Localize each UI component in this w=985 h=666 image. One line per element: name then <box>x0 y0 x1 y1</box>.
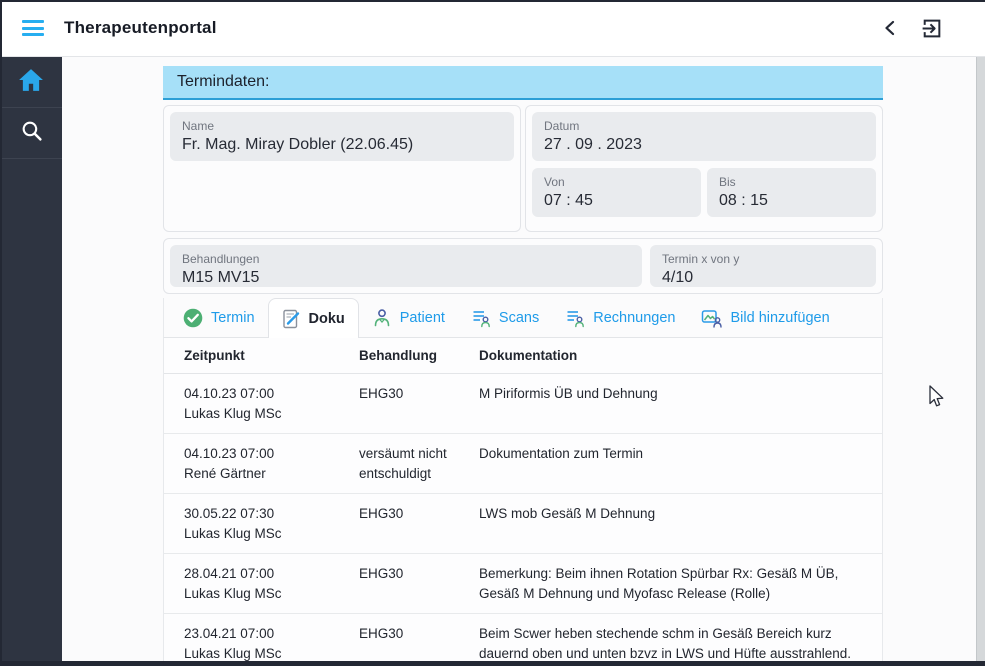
termin-x-von-y-label: Termin x von y <box>662 252 864 266</box>
von-value: 07 : 45 <box>544 191 689 211</box>
person-icon <box>372 308 392 328</box>
window-frame-top <box>0 0 985 2</box>
name-label: Name <box>182 119 502 133</box>
tab-label: Scans <box>499 310 539 326</box>
row-behandlung: EHG30 <box>359 374 479 434</box>
row-dokumentation: M Piriformis ÜB und Dehnung <box>479 374 882 434</box>
top-bar: Therapeutenportal <box>0 0 985 57</box>
tab-scans[interactable]: Scans <box>458 298 552 337</box>
document-person-icon <box>471 308 491 328</box>
row-behandlung: EHG30 <box>359 614 479 662</box>
row-dokumentation: Dokumentation zum Termin <box>479 434 882 494</box>
tab-label: Doku <box>309 311 345 327</box>
tab-doku[interactable]: Doku <box>268 298 359 338</box>
behandlung-box: Behandlungen M15 MV15 Termin x von y 4/1… <box>163 238 883 294</box>
datum-label: Datum <box>544 119 864 133</box>
name-box: Name Fr. Mag. Miray Dobler (22.06.45) <box>163 105 521 232</box>
sidebar <box>0 57 62 661</box>
row-zeitpunkt: 04.10.23 07:00 <box>184 384 359 404</box>
tab-label: Rechnungen <box>593 310 675 326</box>
column-header-dokumentation: Dokumentation <box>479 338 882 374</box>
row-person: Lukas Klug MSc <box>184 524 359 544</box>
tab-rechnungen[interactable]: Rechnungen <box>552 298 688 337</box>
row-zeitpunkt: 30.05.22 07:30 <box>184 504 359 524</box>
tab-patient[interactable]: Patient <box>359 298 458 337</box>
hamburger-menu-icon[interactable] <box>22 20 44 36</box>
datum-value: 27 . 09 . 2023 <box>544 135 864 155</box>
row-dokumentation: LWS mob Gesäß M Dehnung <box>479 494 882 554</box>
row-zeitpunkt: 23.04.21 07:00 <box>184 624 359 644</box>
window-frame-bottom <box>0 661 985 666</box>
tab-termin[interactable]: Termin <box>170 298 268 337</box>
row-dokumentation: Beim Scwer heben stechende schm in Gesäß… <box>479 614 882 662</box>
row-zeitpunkt: 04.10.23 07:00 <box>184 444 359 464</box>
row-person: Lukas Klug MSc <box>184 584 359 604</box>
search-icon <box>20 119 43 147</box>
sidebar-item-home[interactable] <box>0 57 62 108</box>
bis-value: 08 : 15 <box>719 191 864 211</box>
termin-x-von-y-field[interactable]: Termin x von y 4/10 <box>650 245 876 287</box>
name-field[interactable]: Name Fr. Mag. Miray Dobler (22.06.45) <box>170 112 514 161</box>
appointment-info-row: Name Fr. Mag. Miray Dobler (22.06.45) Da… <box>163 105 883 232</box>
home-icon <box>18 68 44 97</box>
behandlungen-field[interactable]: Behandlungen M15 MV15 <box>170 245 642 287</box>
table-row[interactable]: 30.05.22 07:30Lukas Klug MSc EHG30 LWS m… <box>164 494 882 554</box>
von-field[interactable]: Von 07 : 45 <box>532 168 701 217</box>
name-value: Fr. Mag. Miray Dobler (22.06.45) <box>182 135 502 155</box>
behandlungen-value: M15 MV15 <box>182 268 630 288</box>
table-row[interactable]: 04.10.23 07:00René Gärtner versäumt nich… <box>164 434 882 494</box>
row-behandlung: EHG30 <box>359 494 479 554</box>
window-frame-left <box>0 0 2 666</box>
tab-label: Termin <box>211 310 255 326</box>
bis-label: Bis <box>719 175 864 189</box>
app-title: Therapeutenportal <box>64 18 217 38</box>
tab-label: Patient <box>400 310 445 326</box>
image-person-icon <box>701 308 722 328</box>
document-edit-icon <box>282 309 301 329</box>
termindaten-header: Termindaten: <box>163 66 883 100</box>
tab-bar: Termin Doku Patient Scans <box>163 298 883 338</box>
doku-table: Zeitpunkt Behandlung Dokumentation 04.10… <box>164 338 882 661</box>
row-person: Lukas Klug MSc <box>184 644 359 661</box>
row-dokumentation: Bemerkung: Beim ihnen Rotation Spürbar R… <box>479 554 882 614</box>
bis-field[interactable]: Bis 08 : 15 <box>707 168 876 217</box>
row-person: René Gärtner <box>184 464 359 484</box>
termin-x-von-y-value: 4/10 <box>662 268 864 288</box>
date-time-box: Datum 27 . 09 . 2023 Von 07 : 45 Bis 08 … <box>525 105 883 232</box>
document-person-icon <box>565 308 585 328</box>
datum-field[interactable]: Datum 27 . 09 . 2023 <box>532 112 876 161</box>
logout-icon[interactable] <box>920 17 943 40</box>
main-area: Termindaten: Name Fr. Mag. Miray Dobler … <box>62 57 985 661</box>
table-row[interactable]: 23.04.21 07:00Lukas Klug MSc EHG30 Beim … <box>164 614 882 662</box>
von-label: Von <box>544 175 689 189</box>
table-header-row: Zeitpunkt Behandlung Dokumentation <box>164 338 882 374</box>
tab-bild-hinzufuegen[interactable]: Bild hinzufügen <box>688 298 842 337</box>
row-zeitpunkt: 28.04.21 07:00 <box>184 564 359 584</box>
row-behandlung: versäumt nicht entschuldigt <box>359 434 479 494</box>
vertical-scrollbar[interactable] <box>976 57 985 661</box>
column-header-behandlung: Behandlung <box>359 338 479 374</box>
back-chevron-icon[interactable] <box>883 20 896 36</box>
table-row[interactable]: 04.10.23 07:00Lukas Klug MSc EHG30 M Pir… <box>164 374 882 434</box>
column-header-zeitpunkt: Zeitpunkt <box>164 338 359 374</box>
table-row[interactable]: 28.04.21 07:00Lukas Klug MSc EHG30 Bemer… <box>164 554 882 614</box>
row-behandlung: EHG30 <box>359 554 479 614</box>
doku-table-panel: Zeitpunkt Behandlung Dokumentation 04.10… <box>163 338 883 661</box>
behandlungen-label: Behandlungen <box>182 252 630 266</box>
tab-label: Bild hinzufügen <box>730 310 829 326</box>
check-circle-icon <box>183 308 203 328</box>
sidebar-item-search[interactable] <box>0 108 62 159</box>
row-person: Lukas Klug MSc <box>184 404 359 424</box>
